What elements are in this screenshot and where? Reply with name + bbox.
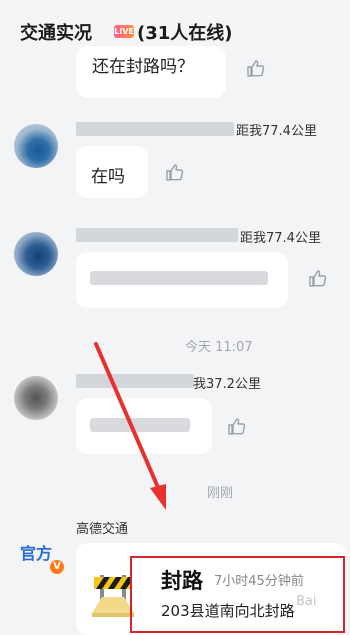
watermark: Bai	[296, 594, 317, 609]
like-icon[interactable]	[308, 268, 328, 288]
verified-badge-icon: V	[50, 560, 64, 574]
like-icon[interactable]	[246, 58, 266, 78]
chat-title: 交通实况	[20, 23, 92, 44]
distance-label: 距我77.4公里	[236, 124, 317, 139]
official-avatar[interactable]: 官方 V	[14, 530, 64, 574]
card-time: 7小时45分钟前	[214, 574, 304, 589]
official-badge-label: 官方	[20, 544, 53, 563]
like-icon[interactable]	[227, 416, 247, 436]
blurred-username	[76, 122, 234, 136]
blurred-username	[76, 374, 194, 388]
message-text: 在吗	[91, 167, 125, 187]
message-text: 还在封路吗？	[92, 57, 194, 77]
sender-name: 高德交通	[76, 522, 129, 537]
timestamp: 今天 11:07	[185, 340, 253, 355]
distance-label: 距我77.4公里	[240, 231, 321, 246]
distance-label: 我37.2公里	[193, 377, 261, 392]
blurred-message-text	[90, 418, 190, 432]
timestamp: 刚刚	[207, 486, 234, 501]
avatar[interactable]	[14, 232, 58, 276]
live-badge: LIVE	[114, 25, 134, 38]
card-description: 203县道南向北封路	[161, 602, 295, 620]
card-title: 封路	[161, 569, 203, 593]
blurred-username	[76, 228, 238, 242]
avatar[interactable]	[14, 124, 58, 168]
avatar[interactable]	[14, 376, 58, 420]
online-count: (31人在线)	[137, 23, 233, 44]
like-icon[interactable]	[165, 162, 185, 182]
blurred-message-text	[90, 271, 268, 285]
